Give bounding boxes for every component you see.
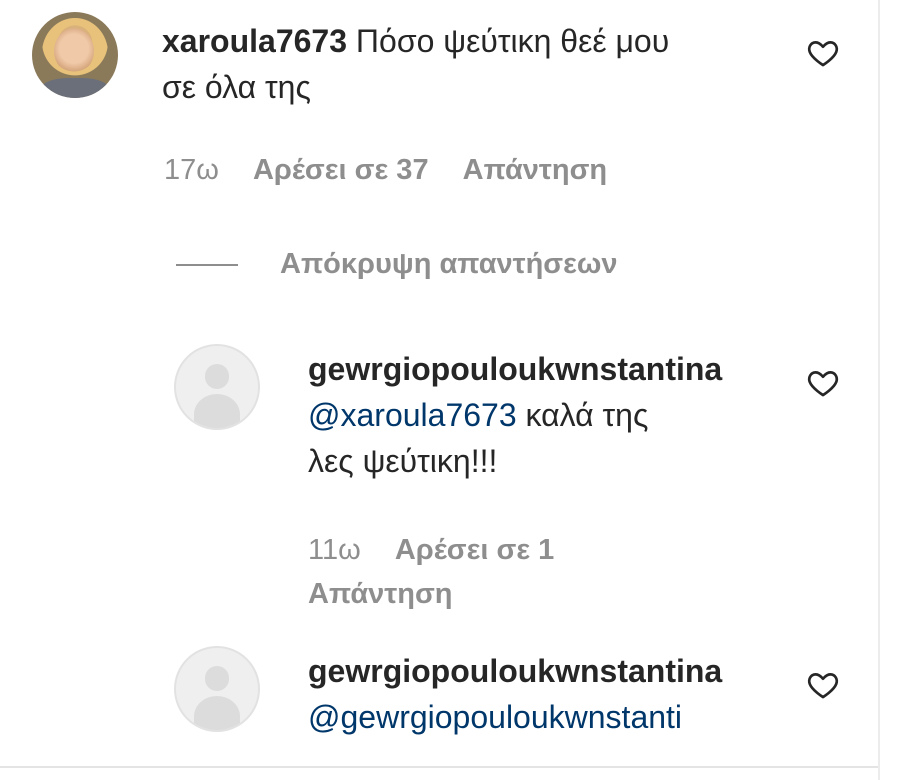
hide-replies-label: Απόκρυψη απαντήσεων: [280, 248, 618, 280]
comment-body-line1: Πόσο ψεύτικη θεέ μου: [355, 23, 670, 59]
divider-line: [176, 264, 238, 266]
panel-bottom-border: [0, 766, 880, 768]
reply-button[interactable]: Απάντηση: [463, 150, 608, 190]
reply-body-line2: λες ψεύτικη!!!: [308, 443, 498, 479]
reply-meta-second-line: Απάντηση: [308, 574, 453, 614]
comments-panel: xaroula7673 Πόσο ψεύτικη θεέ μου σε όλα …: [0, 0, 900, 780]
reply-mention[interactable]: @gewrgiopouloukwnstanti: [308, 699, 682, 735]
avatar[interactable]: [174, 344, 260, 430]
reply-username[interactable]: gewrgiopouloukwnstantina: [308, 653, 722, 689]
avatar[interactable]: [32, 12, 118, 98]
heart-outline-icon[interactable]: [806, 366, 840, 400]
comment-body-line2: σε όλα της: [162, 69, 311, 105]
reply-mention[interactable]: @xaroula7673: [308, 397, 517, 433]
heart-outline-icon[interactable]: [806, 36, 840, 70]
panel-right-border: [878, 0, 880, 780]
reply-text: gewrgiopouloukwnstantina @gewrgiopoulouk…: [308, 648, 788, 766]
reply-username[interactable]: gewrgiopouloukwnstantina: [308, 351, 722, 387]
reply-button[interactable]: Απάντηση: [308, 574, 453, 614]
heart-outline-icon[interactable]: [806, 668, 840, 702]
comment-meta: 17ω Αρέσει σε 37 Απάντηση: [164, 150, 607, 190]
reply-likes[interactable]: Αρέσει σε 1: [395, 530, 554, 570]
reply-body-line1: καλά της: [516, 397, 649, 433]
comment-likes[interactable]: Αρέσει σε 37: [253, 150, 429, 190]
avatar[interactable]: [174, 646, 260, 732]
comment-age[interactable]: 17ω: [164, 150, 219, 190]
reply-age[interactable]: 11ω: [308, 530, 361, 570]
comment-username[interactable]: xaroula7673: [162, 23, 347, 59]
reply-meta: 11ω Αρέσει σε 1: [308, 530, 554, 570]
reply-text: gewrgiopouloukwnstantina @xaroula7673 κα…: [308, 346, 788, 484]
comment-text: xaroula7673 Πόσο ψεύτικη θεέ μου σε όλα …: [162, 18, 782, 110]
